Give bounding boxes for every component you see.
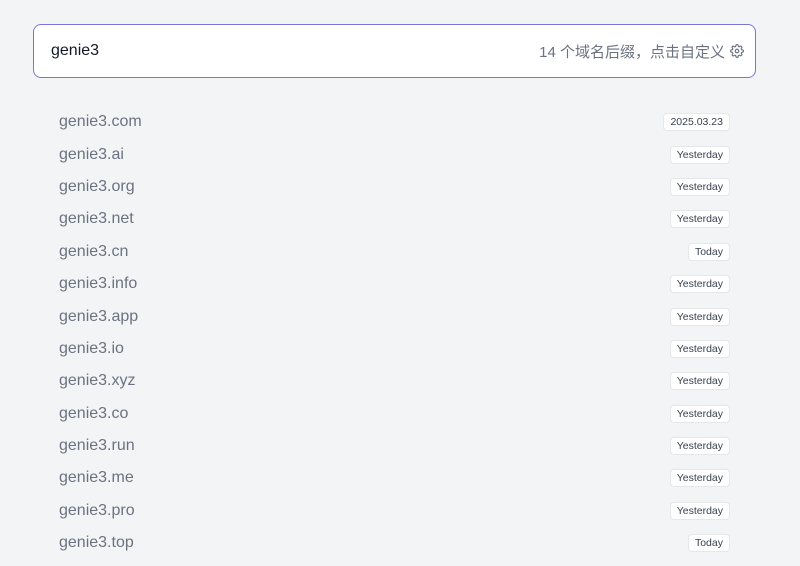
domain-name: genie3.co <box>59 404 129 422</box>
domain-row[interactable]: genie3.ai Yesterday <box>59 138 731 170</box>
domain-row[interactable]: genie3.cn Today <box>59 236 731 268</box>
customize-suffix-button[interactable]: 14 个域名后缀，点击自定义 <box>539 41 744 62</box>
domain-name: genie3.app <box>59 307 139 325</box>
date-badge: Today <box>687 534 730 553</box>
domain-list: genie3.com 2025.03.23 genie3.ai Yesterday … <box>59 106 731 559</box>
domain-name: genie3.xyz <box>59 372 136 390</box>
domain-name: genie3.top <box>59 534 134 552</box>
domain-row[interactable]: genie3.run Yesterday <box>59 430 731 462</box>
date-badge: Yesterday <box>669 437 730 456</box>
date-badge: Yesterday <box>669 275 730 294</box>
domain-name: genie3.org <box>59 177 135 195</box>
domain-row[interactable]: genie3.top Today <box>59 527 731 559</box>
date-badge: 2025.03.23 <box>663 113 730 132</box>
domain-name: genie3.run <box>59 437 135 455</box>
gear-icon <box>730 44 744 58</box>
domain-row[interactable]: genie3.pro Yesterday <box>59 495 731 527</box>
date-badge: Yesterday <box>669 339 730 358</box>
domain-name: genie3.pro <box>59 501 135 519</box>
domain-row[interactable]: genie3.org Yesterday <box>59 171 731 203</box>
domain-name: genie3.cn <box>59 242 129 260</box>
domain-name: genie3.net <box>59 210 134 228</box>
domain-name: genie3.com <box>59 113 142 131</box>
domain-row[interactable]: genie3.com 2025.03.23 <box>59 106 731 138</box>
date-badge: Yesterday <box>669 469 730 488</box>
date-badge: Yesterday <box>669 404 730 423</box>
search-input[interactable] <box>51 25 540 77</box>
page: 14 个域名后缀，点击自定义 genie3.com 2025.03.23 geni… <box>0 0 800 566</box>
suffix-info-text: 14 个域名后缀，点击自定义 <box>539 43 725 61</box>
date-badge: Yesterday <box>669 177 730 196</box>
domain-name: genie3.io <box>59 339 124 357</box>
domain-name: genie3.me <box>59 469 134 487</box>
domain-row[interactable]: genie3.io Yesterday <box>59 333 731 365</box>
date-badge: Yesterday <box>669 210 730 229</box>
date-badge: Yesterday <box>669 501 730 520</box>
domain-row[interactable]: genie3.xyz Yesterday <box>59 365 731 397</box>
domain-row[interactable]: genie3.me Yesterday <box>59 462 731 494</box>
domain-row[interactable]: genie3.app Yesterday <box>59 300 731 332</box>
domain-name: genie3.info <box>59 275 138 293</box>
search-box: 14 个域名后缀，点击自定义 <box>33 24 756 78</box>
domain-name: genie3.ai <box>59 145 124 163</box>
date-badge: Today <box>687 242 730 261</box>
domain-row[interactable]: genie3.net Yesterday <box>59 203 731 235</box>
date-badge: Yesterday <box>669 372 730 391</box>
domain-row[interactable]: genie3.co Yesterday <box>59 398 731 430</box>
date-badge: Yesterday <box>669 307 730 326</box>
domain-row[interactable]: genie3.info Yesterday <box>59 268 731 300</box>
date-badge: Yesterday <box>669 145 730 164</box>
